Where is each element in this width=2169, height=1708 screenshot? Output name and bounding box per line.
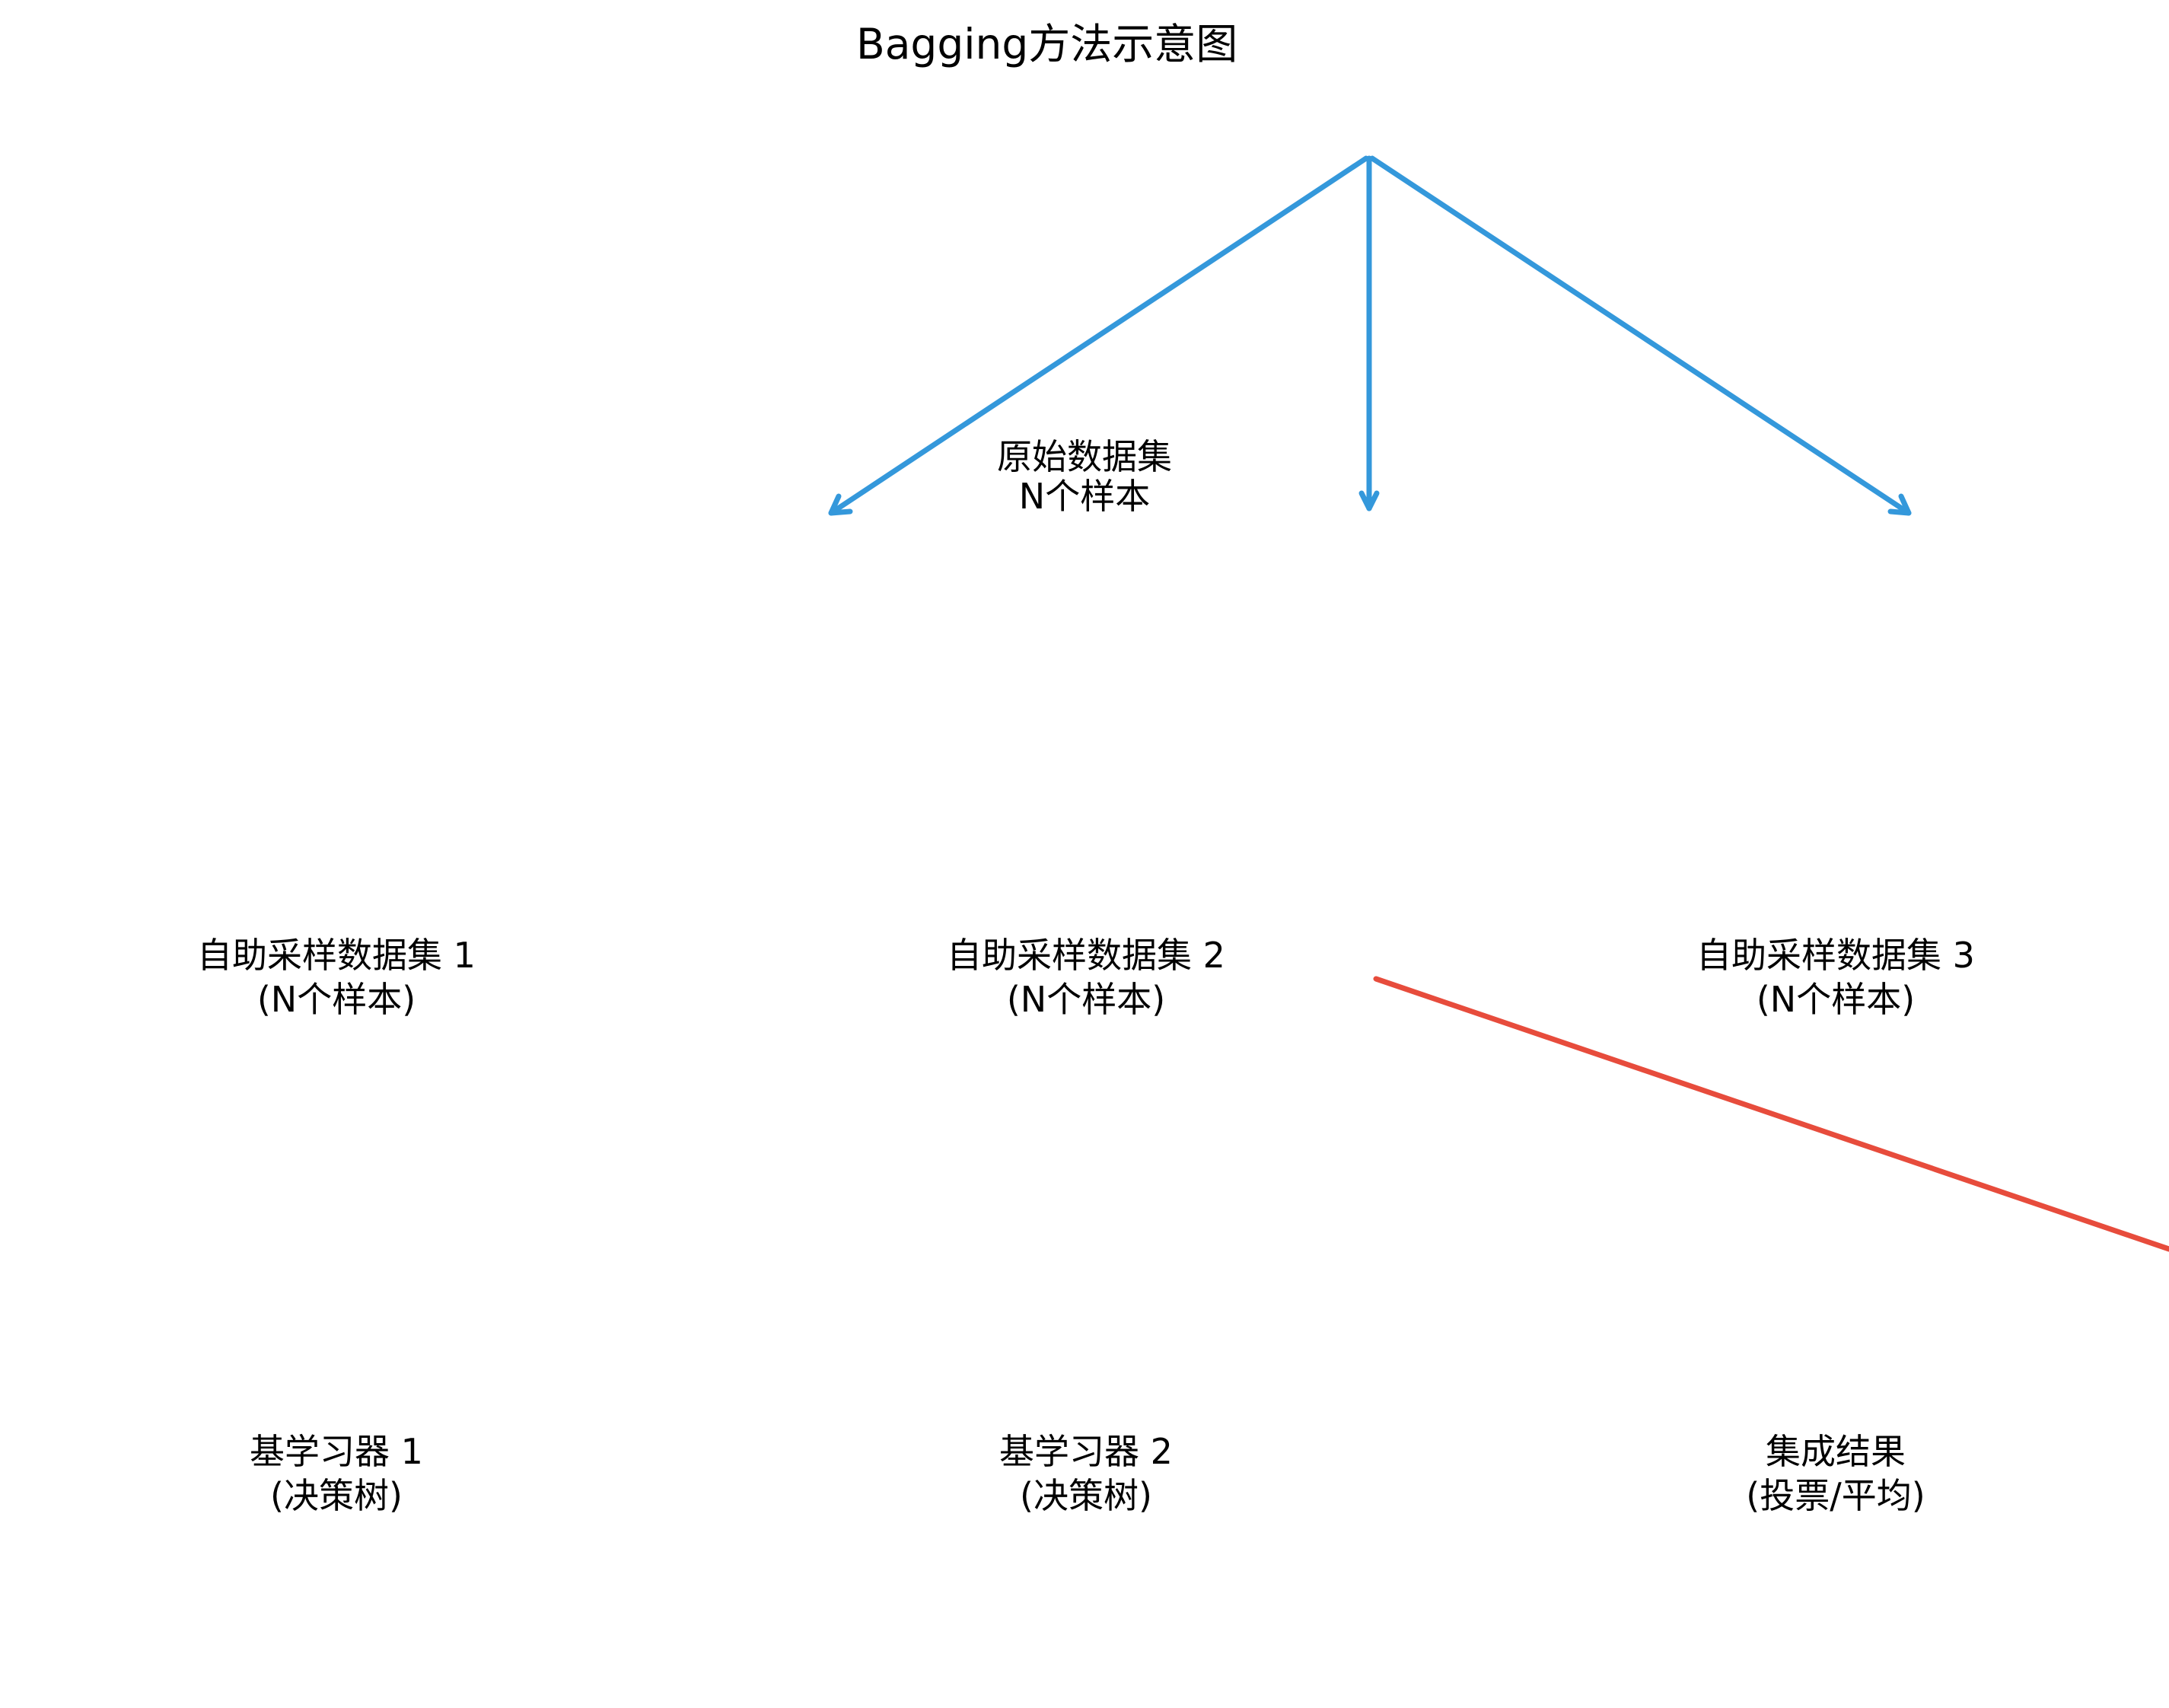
bootstrap-dataset-count: (N个样本) <box>256 979 416 1020</box>
base-learner-type: (决策树) <box>270 1475 403 1516</box>
bootstrap-dataset-node-1: 自助采样数据集 1 (N个样本) <box>123 933 549 1021</box>
ensemble-result-label: 集成结果 <box>1766 1431 1906 1472</box>
bagging-diagram: Bagging方法示意图 原始数据集 N个样本 自助采样数据集 1 (N个样本)… <box>0 0 2169 1708</box>
base-learner-label: 基学习器 2 <box>999 1431 1173 1472</box>
diagram-title: Bagging方法示意图 <box>856 20 1238 69</box>
bootstrap-dataset-node-3: 自助采样数据集 3 (N个样本) <box>1623 933 2049 1021</box>
original-dataset-node: 原始数据集 N个样本 <box>871 437 1298 516</box>
base-learner-type: (决策树) <box>1020 1475 1152 1516</box>
bootstrap-dataset-count: (N个样本) <box>1756 979 1916 1020</box>
bootstrap-dataset-label: 自助采样数据集 3 <box>1696 935 1975 976</box>
sampling-arrow-3 <box>1369 155 1912 516</box>
base-learner-node-1: 基学习器 1 (决策树) <box>123 1429 549 1518</box>
bootstrap-dataset-label: 自助采样数据集 1 <box>197 935 476 976</box>
bootstrap-dataset-node-2: 自助采样数据集 2 (N个样本) <box>873 933 1299 1021</box>
base-learner-label: 基学习器 1 <box>250 1431 423 1472</box>
base-learner-node-2: 基学习器 2 (决策树) <box>873 1429 1299 1518</box>
ensemble-result-method: (投票/平均) <box>1746 1475 1925 1516</box>
ensemble-result-node: 集成结果 (投票/平均) <box>1623 1429 2049 1518</box>
original-dataset-label: 原始数据集 <box>997 436 1172 477</box>
bootstrap-dataset-label: 自助采样数据集 2 <box>947 935 1225 976</box>
bootstrap-dataset-count: (N个样本) <box>1006 979 1166 1020</box>
original-dataset-count: N个样本 <box>1018 476 1151 517</box>
